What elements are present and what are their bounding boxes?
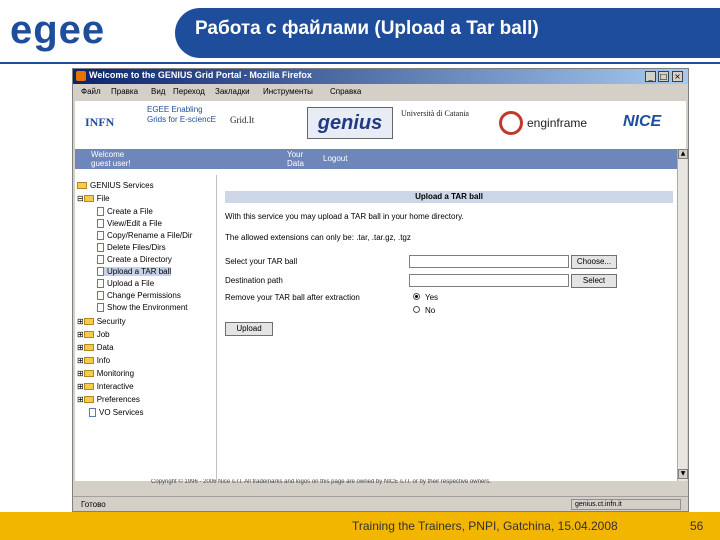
tree-folder-data[interactable]: ⊞ Data [77, 343, 114, 352]
menu-view[interactable]: Вид [151, 87, 165, 96]
services-tree: GENIUS Services ⊟ File Create a File View… [75, 175, 217, 481]
page-number: 56 [690, 519, 704, 533]
folder-icon [83, 383, 94, 391]
page-icon [89, 408, 96, 418]
maximize-icon[interactable]: □ [658, 71, 669, 82]
folder-open-icon [83, 195, 94, 203]
page-icon [97, 219, 104, 229]
page-content: GENIUS Services ⊟ File Create a File View… [75, 169, 677, 481]
window-title: Welcome to the GENIUS Grid Portal - Mozi… [89, 70, 312, 80]
tree-item-permissions[interactable]: Change Permissions [97, 291, 181, 301]
portal-logo-strip: INFN EGEE Enabling Grids for E-sciencE G… [75, 101, 686, 149]
your-data-link[interactable]: Your Data [287, 150, 321, 168]
dest-path-label: Destination path [225, 276, 283, 285]
folder-icon [83, 318, 94, 326]
browser-window: Welcome to the GENIUS Grid Portal - Mozi… [72, 68, 689, 512]
tree-folder-preferences[interactable]: ⊞ Preferences [77, 395, 140, 404]
folder-icon [83, 396, 94, 404]
folder-icon [83, 331, 94, 339]
scroll-down-icon[interactable]: ▼ [678, 469, 688, 479]
tree-item-upload-file[interactable]: Upload a File [97, 279, 154, 289]
radio-no-label: No [425, 306, 436, 315]
footer-caption: Training the Trainers, PNPI, Gatchina, 1… [352, 519, 618, 533]
nice-logo: NICE [623, 113, 662, 130]
choose-button[interactable]: Choose... [571, 255, 617, 269]
tree-folder-monitoring[interactable]: ⊞ Monitoring [77, 369, 134, 378]
status-bar: Готово genius.ct.infn.it [73, 496, 688, 511]
genius-logo: genius [307, 107, 393, 139]
page-icon [97, 231, 104, 241]
page-icon [97, 243, 104, 253]
status-host: genius.ct.infn.it [571, 499, 681, 510]
folder-icon [83, 357, 94, 365]
tree-item-upload-tar[interactable]: Upload a TAR ball [97, 267, 172, 277]
select-button[interactable]: Select [571, 274, 617, 288]
menu-file[interactable]: Файл [81, 87, 101, 96]
vertical-scrollbar[interactable]: ▲ ▼ [677, 149, 688, 481]
egee-portal-logo: EGEE Enabling Grids for E-sciencE [147, 105, 216, 124]
form-intro: With this service you may upload a TAR b… [225, 212, 464, 221]
tree-item-create-file[interactable]: Create a File [97, 207, 153, 217]
folder-icon [77, 182, 87, 190]
form-extensions: The allowed extensions can only be: .tar… [225, 233, 411, 242]
welcome-label: Welcome [91, 150, 125, 159]
menu-edit[interactable]: Правка [111, 87, 138, 96]
tar-file-input[interactable] [409, 255, 569, 268]
radio-yes-label: Yes [425, 293, 439, 302]
menu-tools[interactable]: Инструменты [263, 87, 313, 96]
page-icon [97, 207, 104, 217]
dest-path-input[interactable] [409, 274, 569, 287]
remove-tar-label: Remove your TAR ball after extraction [225, 293, 360, 302]
tree-folder-security[interactable]: ⊞ Security [77, 317, 126, 326]
logout-link[interactable]: Logout [323, 154, 347, 163]
tree-item-create-dir[interactable]: Create a Directory [97, 255, 172, 265]
scroll-up-icon[interactable]: ▲ [678, 149, 688, 159]
egee-logo: egee [10, 8, 106, 52]
copyright-text: Copyright © 1996 - 2006 Nice s.r.l. All … [151, 479, 491, 485]
menu-bookmarks[interactable]: Закладки [215, 87, 250, 96]
upload-button[interactable]: Upload [225, 322, 273, 336]
page-icon [97, 267, 104, 277]
infn-logo: INFN [85, 115, 115, 129]
firefox-icon [76, 71, 86, 81]
tree-item-delete[interactable]: Delete Files/Dirs [97, 243, 166, 253]
minimize-icon[interactable]: _ [645, 71, 656, 82]
page-icon [97, 255, 104, 265]
close-icon[interactable]: × [672, 71, 683, 82]
enginframe-logo: enginframe [527, 116, 588, 130]
portal-nav-bar: Welcome guest user! Your Data Logout [75, 149, 677, 169]
slide-title: Работа с файлами (Upload a Tar ball) [195, 18, 539, 39]
tree-folder-interactive[interactable]: ⊞ Interactive [77, 382, 134, 391]
slide-header: egee Работа с файлами (Upload a Tar ball… [0, 0, 720, 66]
tree-folder-file[interactable]: ⊟ File [77, 194, 110, 203]
window-titlebar[interactable]: Welcome to the GENIUS Grid Portal - Mozi… [73, 69, 688, 84]
form-title: Upload a TAR ball [225, 191, 673, 203]
header-divider [0, 62, 720, 64]
tree-root[interactable]: GENIUS Services [77, 181, 154, 190]
status-text: Готово [81, 500, 106, 509]
radio-no[interactable] [413, 306, 420, 313]
page-icon [97, 291, 104, 301]
tree-item-copy-rename[interactable]: Copy/Rename a File/Dir [97, 231, 192, 241]
tree-item-view-edit[interactable]: View/Edit a File [97, 219, 162, 229]
tree-item-environment[interactable]: Show the Environment [97, 303, 188, 313]
menu-go[interactable]: Переход [173, 87, 205, 96]
menu-help[interactable]: Справка [330, 87, 361, 96]
catania-logo: Università di Catania [401, 109, 469, 118]
username-label: guest user! [91, 159, 131, 168]
folder-icon [83, 370, 94, 378]
gridit-logo: Grid.It [230, 115, 255, 125]
folder-icon [83, 344, 94, 352]
tree-folder-info[interactable]: ⊞ Info [77, 356, 110, 365]
radio-yes[interactable] [413, 293, 420, 300]
menu-bar: Файл Правка Вид Переход Закладки Инструм… [73, 85, 688, 99]
page-icon [97, 303, 104, 313]
tree-folder-job[interactable]: ⊞ Job [77, 330, 110, 339]
tree-item-vo-services[interactable]: VO Services [89, 408, 143, 418]
enginframe-emblem-icon [499, 111, 523, 135]
page-icon [97, 279, 104, 289]
select-tar-label: Select your TAR ball [225, 257, 298, 266]
